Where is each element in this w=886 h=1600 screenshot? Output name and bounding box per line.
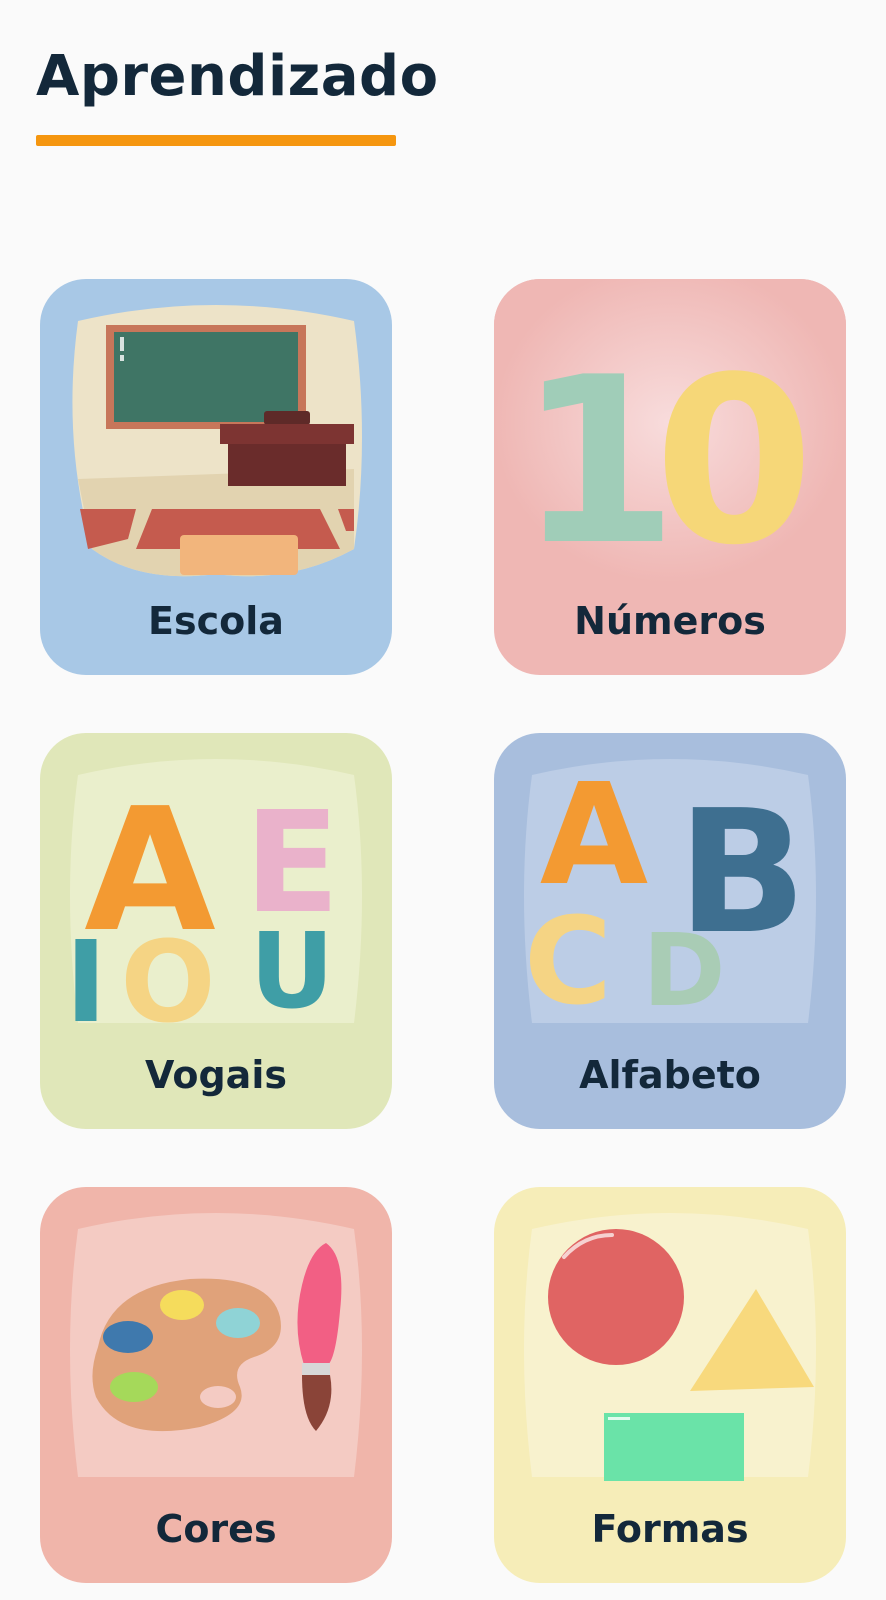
page-title: Aprendizado — [36, 44, 439, 109]
paint-palette-icon — [70, 1213, 362, 1477]
card-numeros[interactable]: 1 0 Números — [494, 279, 846, 675]
vowels-icon: A E I O U — [65, 759, 362, 1048]
vowel-u-glyph: U — [250, 910, 334, 1032]
classroom-icon — [72, 305, 362, 577]
card-vogais[interactable]: A E I O U Vogais — [40, 733, 392, 1129]
shapes-icon — [524, 1213, 816, 1481]
numbers-zero-glyph: 0 — [654, 329, 814, 596]
vowel-i-glyph: I — [65, 918, 107, 1048]
alphabet-d-glyph: D — [642, 912, 725, 1029]
alphabet-icon: A B C D — [524, 754, 816, 1032]
card-escola-label: Escola — [148, 599, 284, 643]
card-cores[interactable]: Cores — [40, 1187, 392, 1583]
card-escola[interactable]: Escola — [40, 279, 392, 675]
learning-screen: Aprendizado Escola 1 0 Números A E I O U… — [0, 0, 886, 1600]
card-alfabeto-label: Alfabeto — [579, 1053, 761, 1097]
title-underline — [36, 135, 396, 146]
card-formas[interactable]: Formas — [494, 1187, 846, 1583]
alphabet-c-glyph: C — [524, 893, 612, 1032]
vowel-o-glyph: O — [120, 918, 215, 1048]
card-alfabeto[interactable]: A B C D Alfabeto — [494, 733, 846, 1129]
card-formas-label: Formas — [591, 1507, 749, 1551]
card-cores-label: Cores — [155, 1507, 277, 1551]
numbers-icon: 1 0 — [494, 279, 846, 599]
card-vogais-label: Vogais — [145, 1053, 287, 1097]
card-numeros-label: Números — [574, 599, 766, 643]
